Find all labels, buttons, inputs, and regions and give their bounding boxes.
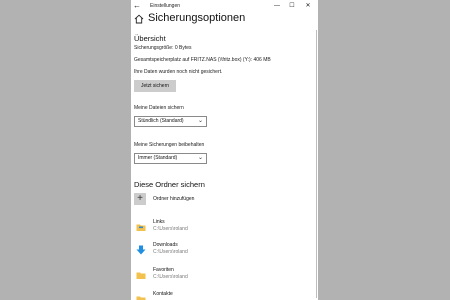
page-title: Sicherungsoptionen	[148, 12, 246, 24]
backup-frequency-value: Stündlich (Standard)	[138, 118, 184, 124]
folder-name: Downloads	[153, 242, 178, 248]
backup-now-button[interactable]: Jetzt sichern	[134, 80, 176, 92]
settings-window: ← Einstellungen — ☐ ✕ Sicherungsoptionen…	[131, 0, 318, 300]
favorites-folder-icon	[136, 272, 146, 279]
backup-status-text: Ihre Daten wurden noch nicht gesichert.	[134, 69, 223, 75]
title-bar: ← Einstellungen — ☐ ✕	[131, 0, 318, 12]
folder-path: C:\Users\roland	[153, 249, 188, 255]
backup-frequency-select[interactable]: Stündlich (Standard) ⌄	[134, 116, 207, 127]
folder-path: C:\Users\roland	[153, 226, 188, 232]
maximize-button[interactable]: ☐	[286, 0, 298, 12]
folder-name: Favoriten	[153, 267, 174, 273]
links-folder-icon	[136, 224, 146, 231]
downloads-folder-icon	[136, 245, 146, 255]
add-folder-label[interactable]: Ordner hinzufügen	[153, 193, 194, 205]
keep-backups-label: Meine Sicherungen beibehalten	[134, 142, 205, 148]
folder-item-downloads[interactable]: Downloads C:\Users\roland	[134, 242, 314, 262]
close-button[interactable]: ✕	[302, 0, 314, 12]
back-arrow-icon[interactable]: ←	[133, 0, 141, 12]
folders-heading: Diese Ordner sichern	[134, 180, 205, 189]
folder-item-contacts[interactable]: Kontakte	[134, 291, 314, 300]
chevron-down-icon: ⌄	[197, 155, 203, 161]
folder-name: Kontakte	[153, 291, 173, 297]
total-space-text: Gesamtspeicherplatz auf FRITZ.NAS (\\fri…	[134, 57, 271, 63]
keep-backups-value: Immer (Standard)	[138, 155, 178, 161]
minimize-button[interactable]: —	[271, 0, 283, 12]
contacts-folder-icon	[136, 296, 146, 300]
chevron-down-icon: ⌄	[197, 118, 203, 124]
folder-item-favorites[interactable]: Favoriten C:\Users\roland	[134, 267, 314, 287]
folder-path: C:\Users\roland	[153, 274, 188, 280]
backup-size-text: Sicherungsgröße: 0 Bytes	[134, 45, 192, 51]
folder-name: Links	[153, 219, 165, 225]
overview-heading: Übersicht	[134, 34, 166, 43]
home-icon[interactable]	[134, 14, 144, 24]
backup-my-files-label: Meine Dateien sichern	[134, 105, 184, 111]
scrollbar[interactable]	[316, 30, 317, 298]
window-title: Einstellungen	[150, 3, 181, 9]
add-folder-button[interactable]: +	[134, 193, 146, 205]
folder-item-links[interactable]: Links C:\Users\roland	[134, 219, 314, 239]
keep-backups-select[interactable]: Immer (Standard) ⌄	[134, 153, 207, 164]
plus-icon: +	[137, 193, 143, 204]
